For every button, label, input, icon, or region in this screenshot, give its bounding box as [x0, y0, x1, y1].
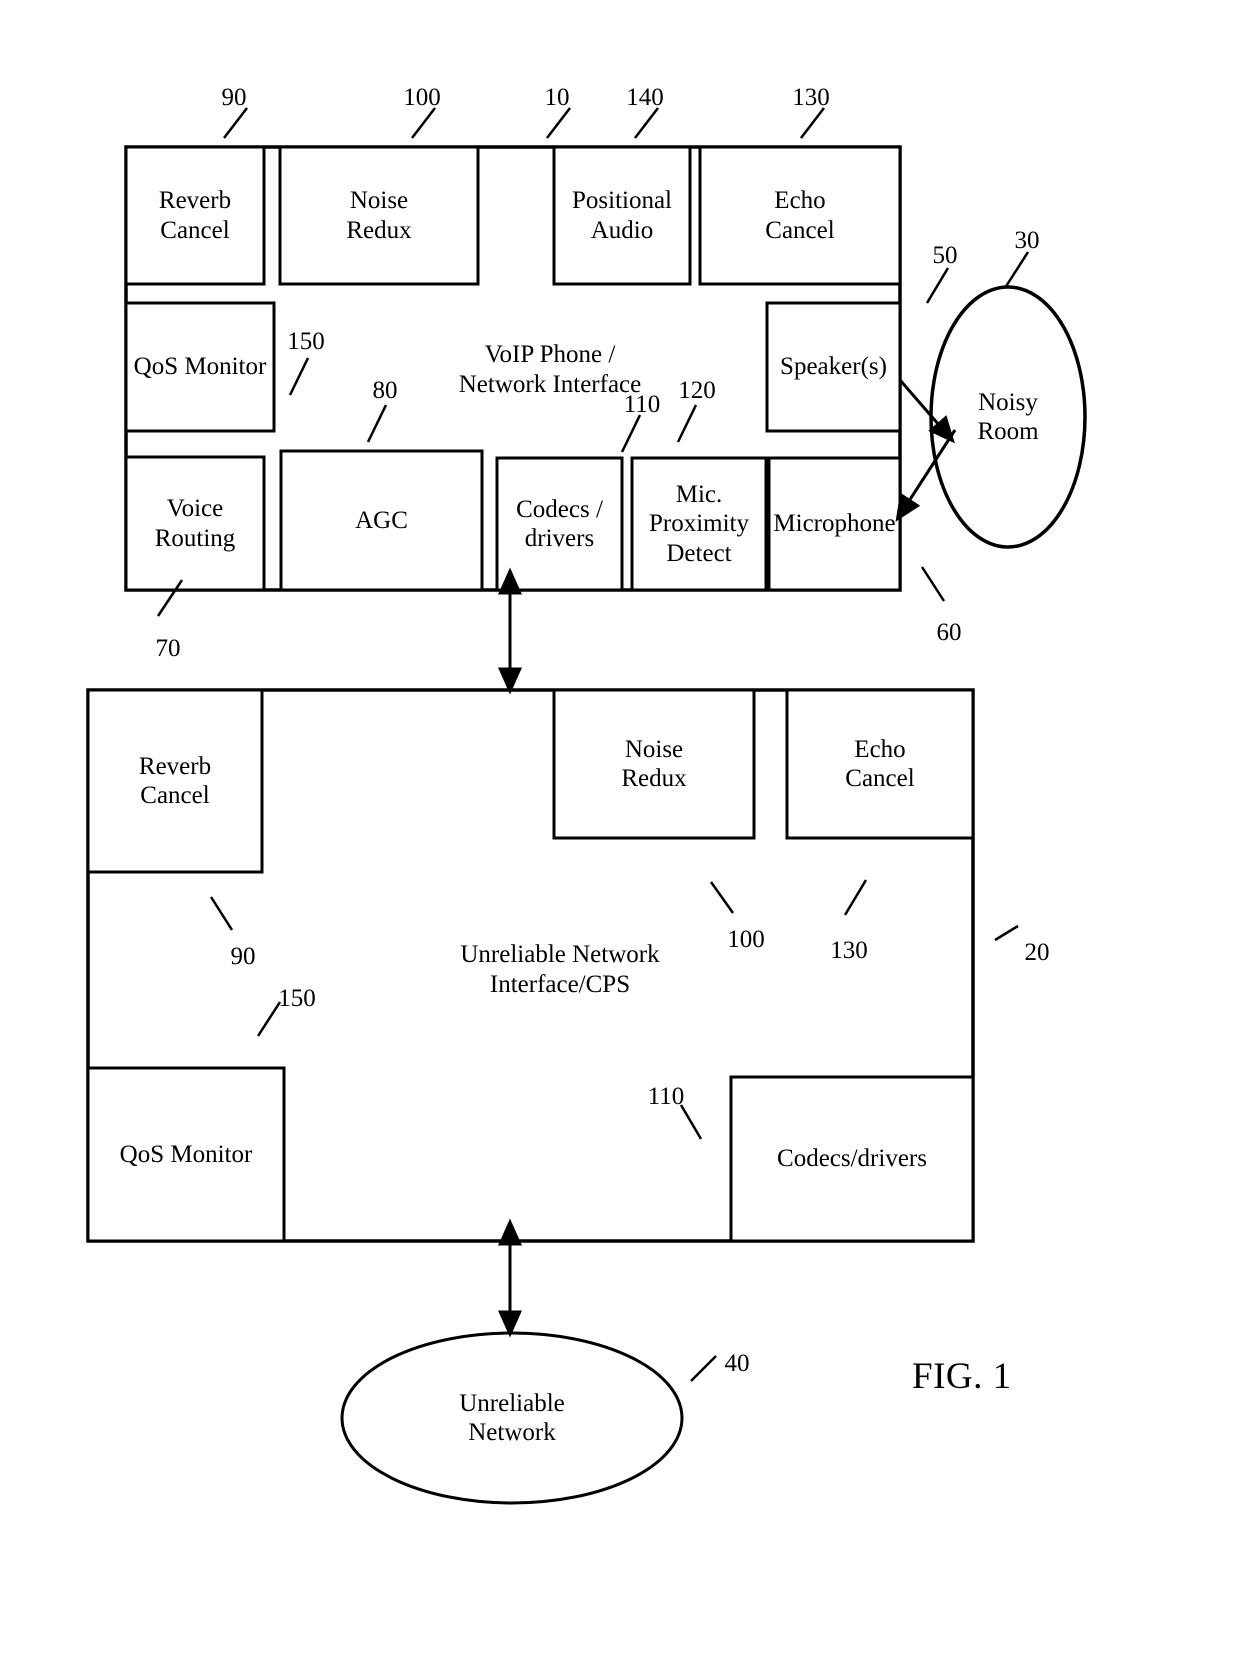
box-speakers: [765, 301, 902, 433]
ref-numeral-top-150: 150: [287, 328, 325, 355]
ref-numeral-top-60: 60: [936, 619, 962, 646]
lead-line-top-30: [1003, 251, 1030, 289]
box-reverb-cancel-2: [86, 688, 264, 874]
box-noise-redux-2: [552, 688, 756, 840]
box-codecs-drivers-2: [729, 1075, 975, 1243]
lead-line-top-50: [925, 267, 950, 304]
box-noise-redux: [278, 145, 480, 286]
box-reverb-cancel: [124, 145, 266, 286]
ref-numeral-bottom-130: 130: [830, 937, 868, 964]
box-positional-audio: [552, 145, 692, 286]
lead-line-top-10: [546, 107, 571, 139]
box-qos-monitor: [124, 301, 276, 433]
ref-numeral-bottom-20: 20: [1024, 939, 1050, 966]
ref-numeral-bottom-110: 110: [647, 1083, 685, 1110]
ref-numeral-top-130: 130: [792, 84, 830, 111]
bottom-system-title: Unreliable Network Interface/CPS: [460, 941, 660, 998]
lead-line-top-100: [411, 107, 436, 139]
lead-line-top-140: [634, 107, 659, 139]
patent-figure-1: Reverb Cancel Noise Redux Positional Aud…: [0, 0, 1240, 1662]
ref-numeral-top-110: 110: [623, 391, 661, 418]
box-agc: [279, 449, 484, 592]
box-qos-monitor-2: [86, 1066, 286, 1243]
unreliable-network-ellipse: [340, 1331, 684, 1505]
ref-numeral-bottom-100: 100: [727, 926, 765, 953]
figure-caption: FIG. 1: [912, 1356, 1012, 1397]
ref-numeral-top-140: 140: [626, 84, 664, 111]
ref-numeral-top-100: 100: [403, 84, 441, 111]
ref-numeral-top-120: 120: [678, 377, 716, 404]
box-codecs-drivers: [495, 456, 624, 592]
lead-line-top-130: [800, 107, 825, 139]
ref-numeral-top-70: 70: [155, 635, 181, 662]
ref-numeral-top-90: 90: [221, 84, 247, 111]
ref-numeral-bottom-90: 90: [230, 943, 256, 970]
ref-numeral-cloud-40: 40: [724, 1350, 750, 1377]
lead-line-bottom-20: [994, 924, 1019, 942]
noisy-room-ellipse: [929, 285, 1087, 549]
ref-numeral-top-80: 80: [372, 377, 398, 404]
box-echo-cancel: [698, 145, 902, 286]
box-echo-cancel-2: [785, 688, 975, 840]
ref-numeral-top-30: 30: [1014, 227, 1040, 254]
lead-line-top-90: [223, 107, 248, 139]
lead-line-top-60: [920, 566, 946, 602]
box-microphone: [767, 456, 902, 592]
box-mic-proximity-detect: [630, 456, 768, 592]
ref-numeral-top-10: 10: [544, 84, 570, 111]
ref-numeral-top-50: 50: [932, 242, 958, 269]
box-voice-routing: [124, 455, 266, 592]
ref-numeral-bottom-150: 150: [278, 985, 316, 1012]
